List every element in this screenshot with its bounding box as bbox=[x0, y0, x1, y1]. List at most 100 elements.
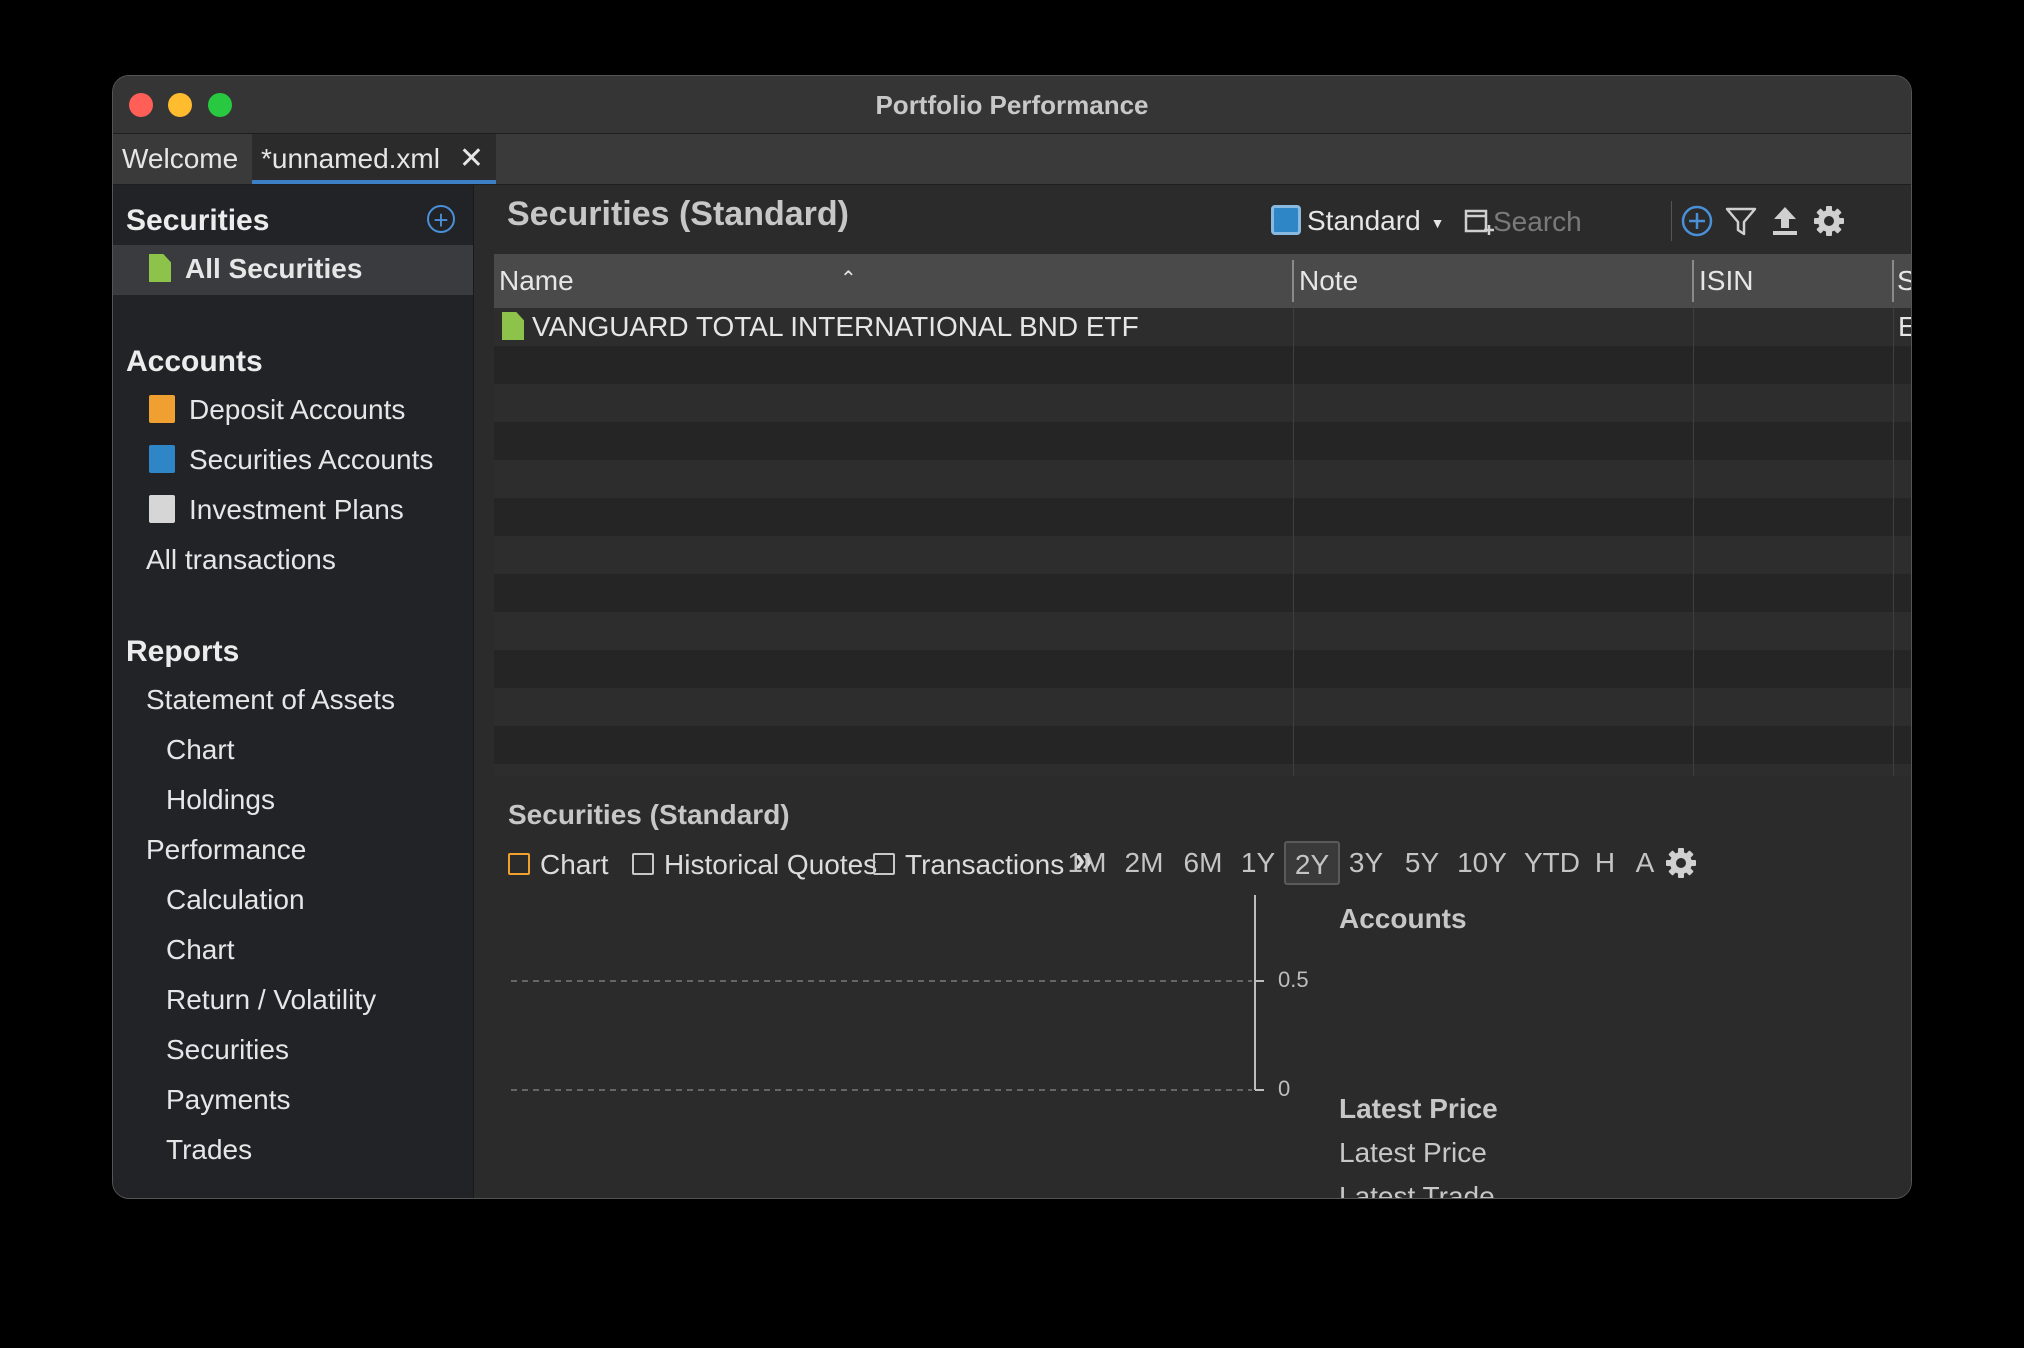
table-row-empty bbox=[494, 574, 1911, 612]
tab-label: Chart bbox=[540, 849, 609, 880]
securities-view: Securities (Standard) Standard ▼ Search … bbox=[474, 185, 1911, 1198]
sidebar-item-statement-of-assets[interactable]: Statement of Assets bbox=[146, 684, 395, 716]
table-row-empty bbox=[494, 536, 1911, 574]
column-gridline bbox=[1693, 308, 1694, 776]
legend-latest-price-item[interactable]: Latest Price bbox=[1339, 1137, 1487, 1169]
sidebar-item-label: Securities Accounts bbox=[189, 444, 434, 475]
tab-label: Transactions bbox=[905, 849, 1065, 880]
transactions-tab-icon bbox=[873, 853, 895, 875]
table-row-empty bbox=[494, 612, 1911, 650]
period-a[interactable]: A bbox=[1630, 841, 1660, 885]
detail-panel: Securities (Standard) Chart Historical Q… bbox=[474, 785, 1911, 1198]
quotes-tab-icon bbox=[632, 853, 654, 875]
period-10y[interactable]: 10Y bbox=[1454, 841, 1510, 885]
view-icon bbox=[1271, 205, 1301, 235]
sort-ascending-icon: ⌃ bbox=[840, 268, 857, 290]
table-row-empty bbox=[494, 346, 1911, 384]
period-ytd[interactable]: YTD bbox=[1520, 841, 1584, 885]
chevron-down-icon: ▼ bbox=[1430, 215, 1445, 231]
table-row-empty bbox=[494, 422, 1911, 460]
sidebar-item-assets-chart[interactable]: Chart bbox=[166, 734, 234, 766]
sidebar-item-holdings[interactable]: Holdings bbox=[166, 784, 275, 816]
reports-section-header: Reports bbox=[126, 635, 240, 668]
security-name: VANGUARD TOTAL INTERNATIONAL BND ETF bbox=[532, 311, 1139, 342]
table-row-empty bbox=[494, 650, 1911, 688]
sidebar-item-trades[interactable]: Trades bbox=[166, 1134, 252, 1166]
column-header-name[interactable]: Name ⌃ bbox=[494, 254, 894, 308]
filter-icon[interactable] bbox=[1723, 203, 1759, 239]
tab-welcome[interactable]: Welcome bbox=[113, 134, 247, 184]
period-2m[interactable]: 2M bbox=[1120, 841, 1168, 885]
symbol-cell: E bbox=[1898, 311, 1911, 342]
period-6m[interactable]: 6M bbox=[1178, 841, 1228, 885]
table-row-empty bbox=[494, 764, 1911, 776]
sidebar-item-calculation[interactable]: Calculation bbox=[166, 884, 305, 916]
legend-latest-trade-item[interactable]: Latest Trade bbox=[1339, 1181, 1495, 1198]
sidebar-item-all-transactions[interactable]: All transactions bbox=[146, 544, 336, 576]
export-icon[interactable] bbox=[1767, 203, 1803, 239]
tab-transactions[interactable]: Transactions bbox=[873, 849, 1064, 881]
sidebar-item-securities-report[interactable]: Securities bbox=[166, 1034, 289, 1066]
document-icon bbox=[149, 254, 171, 282]
price-chart bbox=[511, 895, 1264, 1091]
navigation-sidebar: Securities + All Securities Accounts Dep… bbox=[113, 185, 474, 1198]
column-header-label: Name bbox=[499, 265, 574, 296]
column-header-note[interactable]: Note bbox=[1294, 254, 1694, 308]
detail-panel-title: Securities (Standard) bbox=[508, 799, 790, 830]
security-name-cell: VANGUARD TOTAL INTERNATIONAL BND ETF bbox=[502, 308, 1272, 346]
view-selector-dropdown[interactable]: Standard ▼ bbox=[1271, 205, 1445, 237]
period-5y[interactable]: 5Y bbox=[1400, 841, 1444, 885]
tab-chart[interactable]: Chart bbox=[508, 849, 608, 881]
add-circle-icon[interactable] bbox=[1679, 203, 1715, 239]
gear-icon[interactable] bbox=[1811, 203, 1847, 239]
column-gridline bbox=[1893, 308, 1894, 776]
investment-plan-icon bbox=[149, 495, 175, 523]
column-header-isin[interactable]: ISIN bbox=[1694, 254, 1894, 308]
sidebar-item-all-securities[interactable]: All Securities bbox=[149, 253, 362, 285]
securities-account-icon bbox=[149, 445, 175, 473]
sidebar-item-performance-chart[interactable]: Chart bbox=[166, 934, 234, 966]
column-header-symbol[interactable]: S bbox=[1894, 254, 1911, 308]
document-icon bbox=[502, 312, 524, 340]
table-row-empty bbox=[494, 688, 1911, 726]
toolbar-divider bbox=[1671, 201, 1672, 241]
period-1y[interactable]: 1Y bbox=[1238, 841, 1278, 885]
close-icon[interactable]: ✕ bbox=[459, 134, 484, 184]
sidebar-item-investment-plans[interactable]: Investment Plans bbox=[149, 494, 404, 526]
legend-accounts-header: Accounts bbox=[1339, 903, 1467, 934]
sidebar-item-label: All Securities bbox=[185, 253, 363, 284]
period-3y[interactable]: 3Y bbox=[1344, 841, 1388, 885]
table-header: Name ⌃ Note ISIN S bbox=[494, 254, 1911, 308]
table-row[interactable]: VANGUARD TOTAL INTERNATIONAL BND ETF E bbox=[494, 308, 1911, 346]
isin-cell bbox=[1694, 308, 1889, 346]
add-circle-icon[interactable]: + bbox=[427, 205, 455, 234]
accounts-section-header: Accounts bbox=[126, 345, 263, 378]
sidebar-item-securities-accounts[interactable]: Securities Accounts bbox=[149, 444, 433, 476]
tab-historical-quotes[interactable]: Historical Quotes bbox=[632, 849, 877, 881]
gear-icon[interactable] bbox=[1663, 845, 1699, 881]
period-2y[interactable]: 2Y bbox=[1284, 841, 1340, 885]
sidebar-item-label: Deposit Accounts bbox=[189, 394, 406, 425]
sidebar-item-payments[interactable]: Payments bbox=[166, 1084, 291, 1116]
table-row-empty bbox=[494, 460, 1911, 498]
sidebar-item-performance[interactable]: Performance bbox=[146, 834, 306, 866]
page-title: Securities (Standard) bbox=[507, 195, 849, 233]
tab-label: *unnamed.xml bbox=[261, 143, 440, 174]
deposit-account-icon bbox=[149, 395, 175, 423]
table-row-empty bbox=[494, 384, 1911, 422]
title-bar: Portfolio Performance bbox=[113, 76, 1911, 134]
note-cell bbox=[1294, 308, 1689, 346]
view-selector-label: Standard bbox=[1307, 205, 1421, 236]
tab-unnamed-xml[interactable]: *unnamed.xml ✕ bbox=[252, 134, 496, 184]
period-h[interactable]: H bbox=[1590, 841, 1620, 885]
sidebar-item-deposit-accounts[interactable]: Deposit Accounts bbox=[149, 394, 405, 426]
search-input[interactable] bbox=[1491, 203, 1665, 241]
editor-tabs: Welcome *unnamed.xml ✕ bbox=[113, 134, 1911, 185]
legend-latest-price-header: Latest Price bbox=[1339, 1093, 1498, 1124]
chart-tab-icon bbox=[508, 853, 530, 875]
sidebar-item-return-volatility[interactable]: Return / Volatility bbox=[166, 984, 376, 1016]
period-1m[interactable]: 1M bbox=[1064, 841, 1110, 885]
window-title: Portfolio Performance bbox=[875, 90, 1149, 120]
y-tick-label: 0 bbox=[1278, 1076, 1291, 1101]
tab-label: Historical Quotes bbox=[664, 849, 878, 880]
